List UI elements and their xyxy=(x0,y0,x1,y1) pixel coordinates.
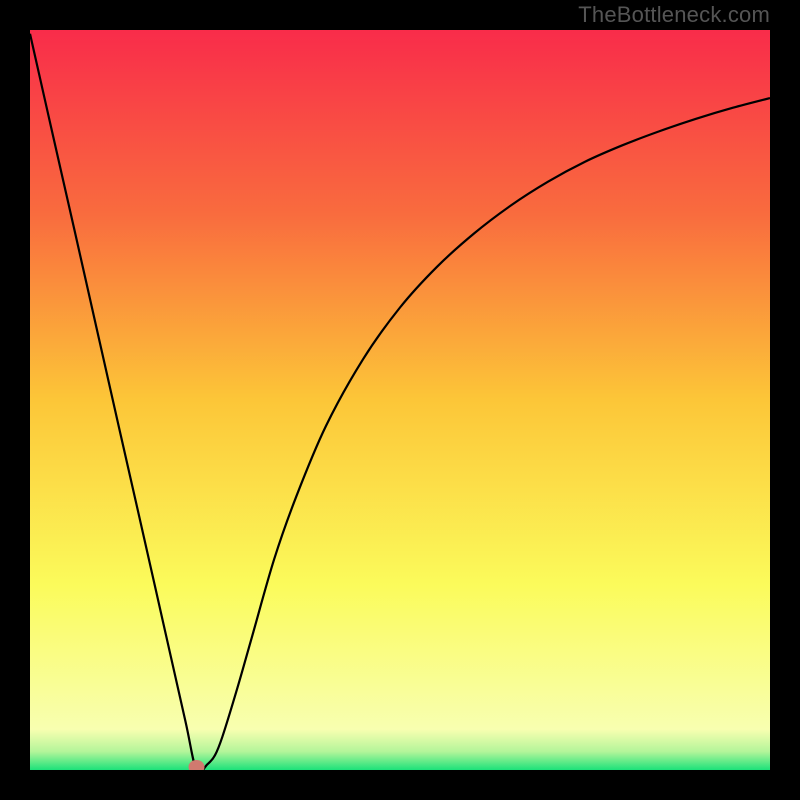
gradient-background xyxy=(30,30,770,770)
bottleneck-chart xyxy=(30,30,770,770)
chart-frame: TheBottleneck.com xyxy=(0,0,800,800)
watermark-text: TheBottleneck.com xyxy=(578,2,770,28)
